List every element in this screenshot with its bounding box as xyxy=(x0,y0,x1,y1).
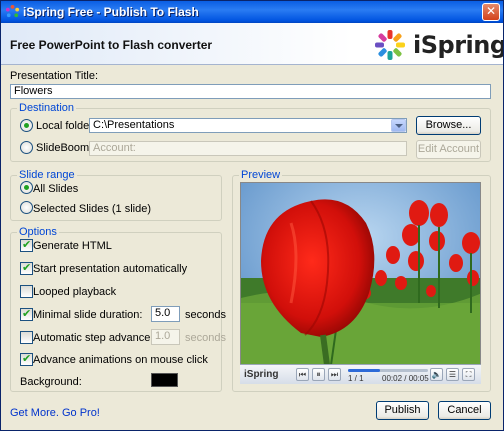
dialog-header: Free PowerPoint to Flash converter iSpri… xyxy=(1,23,503,65)
pause-icon[interactable]: ⏸ xyxy=(312,368,325,381)
all-slides-label: All Slides xyxy=(33,183,79,195)
local-folder-radio[interactable] xyxy=(20,119,33,132)
logo-text: iSpring xyxy=(413,31,504,59)
preview-group-title: Preview xyxy=(239,169,283,181)
all-slides-radio[interactable] xyxy=(20,181,33,194)
title-bar[interactable]: iSpring Free - Publish To Flash ✕ xyxy=(1,1,503,23)
header-title: Free PowerPoint to Flash converter xyxy=(10,38,213,52)
progress-fill xyxy=(348,369,380,372)
progress-track[interactable] xyxy=(348,369,428,372)
window-title: iSpring Free - Publish To Flash xyxy=(23,5,199,19)
preview-slide-image xyxy=(240,182,481,384)
local-folder-label: Local folder xyxy=(36,120,93,132)
auto-advance-checkbox[interactable] xyxy=(20,331,33,344)
ispring-app-icon xyxy=(5,4,20,18)
browse-button[interactable]: Browse... xyxy=(416,116,481,135)
selected-slides-radio[interactable] xyxy=(20,201,33,214)
selected-slides-label: Selected Slides (1 slide) xyxy=(33,203,152,215)
slide-range-group-title: Slide range xyxy=(17,169,77,181)
time-display: 00:02 / 00:05 xyxy=(382,374,429,383)
slides-list-icon[interactable]: ☰ xyxy=(446,368,459,381)
edit-account-button[interactable]: Edit Account xyxy=(416,140,481,159)
looped-playback-checkbox[interactable] xyxy=(20,285,33,298)
slideboom-label: SlideBoom xyxy=(36,142,90,154)
generate-html-label: Generate HTML xyxy=(33,240,112,252)
cancel-button[interactable]: Cancel xyxy=(438,401,491,420)
ispring-flower-icon xyxy=(375,30,405,60)
advance-anim-label: Advance animations on mouse click xyxy=(33,354,208,366)
player-logo: iSpring xyxy=(244,369,279,380)
auto-advance-unit: seconds xyxy=(185,332,226,344)
destination-group-title: Destination xyxy=(17,102,77,114)
ispring-logo: iSpring xyxy=(371,27,503,63)
next-slide-icon[interactable]: ⏭ xyxy=(328,368,341,381)
presentation-title-label: Presentation Title: xyxy=(10,70,99,82)
advance-anim-checkbox[interactable] xyxy=(20,352,33,366)
background-color-swatch[interactable] xyxy=(151,373,178,387)
start-auto-checkbox[interactable] xyxy=(20,261,33,275)
slide-counter: 1 / 1 xyxy=(348,374,364,383)
min-duration-unit: seconds xyxy=(185,309,226,321)
min-duration-label: Minimal slide duration: xyxy=(33,309,143,321)
publish-dialog: iSpring Free - Publish To Flash ✕ Free P… xyxy=(0,0,504,431)
chevron-down-icon[interactable] xyxy=(391,119,406,132)
local-folder-combo[interactable]: C:\Presentations xyxy=(89,118,407,133)
min-duration-checkbox[interactable] xyxy=(20,307,33,321)
preview-player-bar: iSpring ⏮ ⏸ ⏭ 1 / 1 00:02 / 00:05 🔈 ☰ ⛶ xyxy=(240,364,481,384)
publish-button[interactable]: Publish xyxy=(376,401,429,420)
start-auto-label: Start presentation automatically xyxy=(33,263,188,275)
options-group-title: Options xyxy=(17,226,59,238)
fullscreen-icon[interactable]: ⛶ xyxy=(462,368,475,381)
auto-advance-input[interactable]: 1.0 xyxy=(151,329,180,345)
close-icon[interactable]: ✕ xyxy=(482,3,500,21)
min-duration-input[interactable]: 5.0 xyxy=(151,306,180,322)
generate-html-checkbox[interactable] xyxy=(20,238,33,252)
account-field[interactable]: Account: xyxy=(89,141,407,156)
looped-playback-label: Looped playback xyxy=(33,286,117,298)
first-slide-icon[interactable]: ⏮ xyxy=(296,368,309,381)
background-label: Background: xyxy=(20,376,82,388)
volume-icon[interactable]: 🔈 xyxy=(430,368,443,381)
slideboom-radio[interactable] xyxy=(20,141,33,154)
get-more-link[interactable]: Get More. Go Pro! xyxy=(10,407,100,419)
presentation-title-input[interactable]: Flowers xyxy=(10,84,491,99)
